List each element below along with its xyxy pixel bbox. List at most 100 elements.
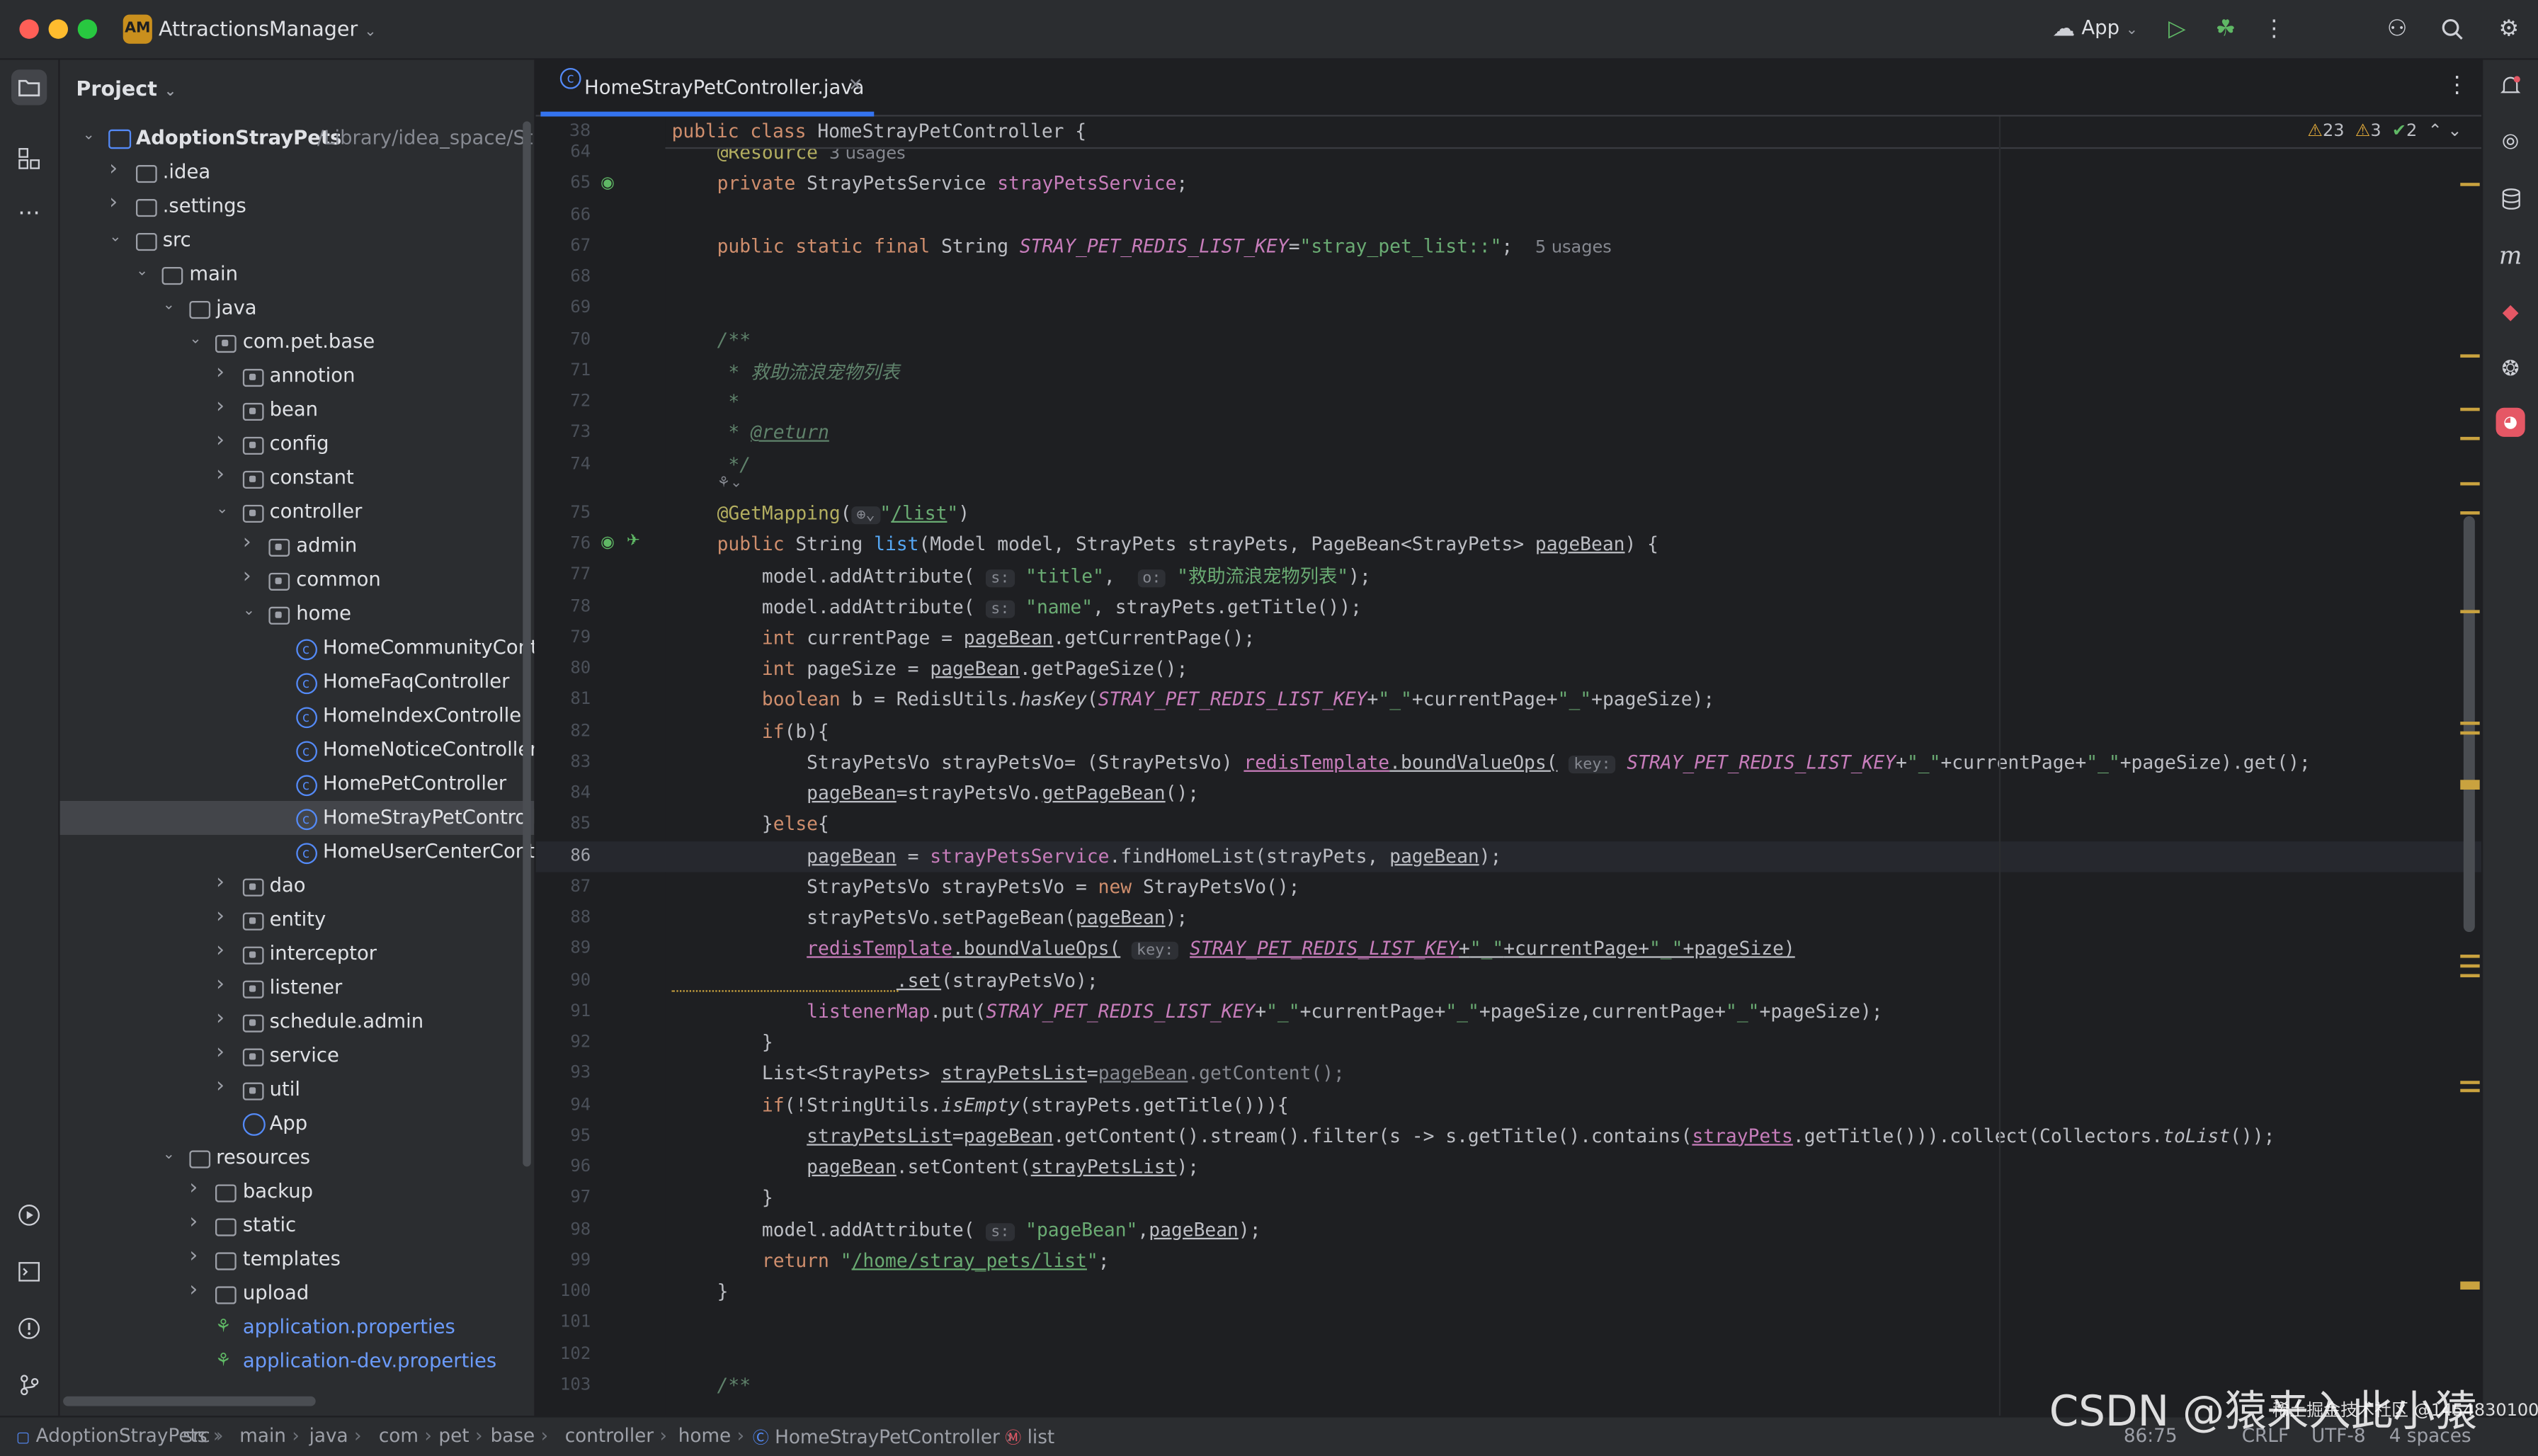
tree-item[interactable]: c HomeUserCenterContr [60, 835, 534, 869]
sticky-header[interactable]: 38 public class HomeStrayPetController {… [569, 116, 2481, 149]
code-line[interactable]: 83 StrayPetsVo strayPetsVo= (StrayPetsVo… [536, 747, 2481, 778]
project-panel-header[interactable]: Project ⌄ [76, 76, 176, 100]
project-badge[interactable]: AM [123, 14, 152, 44]
tree-vertical-scrollbar[interactable] [523, 121, 531, 1167]
code-line[interactable]: 81 boolean b = RedisUtils.hasKey(STRAY_P… [536, 685, 2481, 716]
chevron-down-icon[interactable]: ⌄ [189, 331, 205, 351]
code-line[interactable]: 100} [536, 1277, 2481, 1308]
line-number[interactable]: 87 [545, 877, 591, 896]
tree-item[interactable]: › upload [60, 1277, 535, 1311]
code-line[interactable]: 67 public static final String STRAY_PET_R… [536, 231, 2481, 262]
bean-injection-icon[interactable]: ◉ [601, 534, 615, 552]
code-line[interactable]: 68 [536, 262, 2481, 293]
tree-item[interactable]: › listener [60, 971, 535, 1005]
tree-item[interactable]: › annotion [60, 359, 535, 393]
chevron-down-icon[interactable]: ⌄ [163, 1147, 179, 1166]
line-number[interactable]: 72 [545, 392, 591, 411]
chevron-right-icon[interactable]: › [216, 1040, 232, 1064]
warning-marker[interactable] [2460, 731, 2480, 735]
warning-marker[interactable] [2460, 955, 2480, 958]
chevron-down-icon[interactable]: ⌄ [243, 603, 259, 622]
warning-marker[interactable] [2460, 780, 2480, 790]
more-actions-icon[interactable]: ⋮ [2260, 15, 2289, 44]
tree-item[interactable]: ⌄ resources [60, 1141, 535, 1175]
tree-item[interactable]: c HomeNoticeController [60, 733, 534, 767]
warning-marker[interactable] [2460, 1088, 2480, 1093]
line-number[interactable]: 78 [545, 596, 591, 615]
line-number[interactable]: 99 [545, 1251, 591, 1270]
structure-icon[interactable] [11, 141, 47, 176]
chevron-right-icon[interactable]: › [189, 1278, 205, 1302]
breadcrumb-item[interactable]: Ⓒ HomeStrayPetController › [753, 1424, 1013, 1448]
run-config-selector[interactable]: App ⌄ [2081, 16, 2138, 39]
code-line[interactable]: 95 strayPetsList=pageBean.getContent().s… [536, 1121, 2481, 1152]
tree-item[interactable]: ⌄ java [60, 291, 535, 325]
run-icon[interactable] [11, 1198, 47, 1233]
code-line[interactable]: 88 strayPetsVo.setPageBean(pageBean); [536, 903, 2481, 934]
chevron-right-icon[interactable]: › [216, 394, 232, 419]
breadcrumb-item[interactable]: Ⓜ list [1005, 1424, 1054, 1448]
ai-assistant-icon[interactable]: ⦾ [2493, 125, 2528, 160]
line-number[interactable]: 101 [545, 1313, 591, 1332]
tree-item[interactable]: ⌄ src [60, 223, 535, 257]
line-number[interactable]: 98 [545, 1219, 591, 1239]
line-number[interactable]: 83 [545, 752, 591, 771]
code-line[interactable]: 102 [536, 1339, 2481, 1370]
breadcrumb-item[interactable]: com › [379, 1424, 432, 1447]
line-number[interactable]: 71 [545, 360, 591, 380]
tree-item[interactable]: › bean [60, 393, 535, 427]
tree-item[interactable]: › dao [60, 869, 535, 903]
code-line[interactable]: 70 /** [536, 324, 2481, 356]
warning-marker[interactable] [2460, 610, 2480, 613]
endpoint-icon[interactable]: ✈ [627, 533, 640, 550]
tree-item[interactable]: ⌄ home [60, 597, 535, 631]
code-line[interactable]: 82 if(b){ [536, 716, 2481, 747]
project-switcher[interactable]: AttractionsManager ⌄ [159, 16, 377, 40]
search-icon[interactable] [2437, 15, 2466, 44]
chevron-right-icon[interactable]: › [216, 361, 232, 385]
warning-marker[interactable] [2460, 482, 2480, 486]
breadcrumb-item[interactable]: java › [309, 1424, 362, 1447]
chevron-right-icon[interactable]: › [243, 564, 259, 588]
terminal-icon[interactable] [11, 1254, 47, 1290]
tree-item[interactable]: › common [60, 563, 535, 597]
tree-item[interactable]: ⚘ application.properties [60, 1311, 535, 1345]
minimize-window-button[interactable] [48, 19, 68, 39]
tree-item[interactable]: c HomePetController [60, 767, 535, 801]
chevron-right-icon[interactable]: › [189, 1244, 205, 1268]
line-number[interactable]: 82 [545, 721, 591, 740]
warning-marker[interactable] [2460, 1081, 2480, 1084]
code-line[interactable]: 93 List<StrayPets> strayPetsList=pageBea… [536, 1059, 2481, 1090]
tree-item[interactable]: App [60, 1107, 535, 1141]
chevron-down-icon[interactable]: ⌄ [136, 263, 152, 283]
line-number[interactable]: 73 [545, 423, 591, 442]
line-number[interactable]: 100 [545, 1282, 591, 1301]
chevron-right-icon[interactable]: › [216, 428, 232, 453]
code-line[interactable]: 75 @GetMapping(⊕⌄ "/list") [536, 498, 2481, 529]
line-number[interactable]: 67 [545, 236, 591, 255]
tree-item[interactable]: c HomeCommunityContr [60, 631, 534, 665]
code-line[interactable]: 89 redisTemplate.boundValueOps( key: STR… [536, 934, 2481, 965]
code-line[interactable]: 71 * 救助流浪宠物列表 [536, 356, 2481, 387]
maven-icon[interactable]: m [2493, 238, 2528, 273]
chevron-right-icon[interactable]: › [109, 191, 125, 215]
line-number[interactable]: 90 [545, 970, 591, 989]
warning-marker[interactable] [2460, 183, 2480, 186]
chevron-down-icon[interactable]: ⌄ [83, 127, 99, 147]
ai-hint-icon[interactable]: ⚘⌄ [717, 476, 743, 492]
tree-item[interactable]: › admin [60, 529, 535, 563]
folder-icon[interactable] [11, 69, 47, 106]
tree-item[interactable]: › templates [60, 1243, 535, 1277]
tree-item[interactable]: ⚘ application-dev.properties [60, 1345, 535, 1379]
code-line[interactable]: 99 return "/home/stray_pets/list"; [536, 1246, 2481, 1277]
code-line[interactable]: 87 StrayPetsVo strayPetsVo = new StrayPe… [536, 872, 2481, 903]
tree-item[interactable]: ⌄ main [60, 257, 535, 291]
chevron-up-icon[interactable]: ⌃ [2428, 121, 2442, 140]
line-number[interactable]: 89 [545, 939, 591, 958]
warning-marker[interactable] [2460, 511, 2480, 515]
warning-marker[interactable] [2460, 974, 2480, 978]
warning-marker[interactable] [2460, 964, 2480, 968]
chevron-right-icon[interactable]: › [109, 157, 125, 181]
line-number[interactable]: 94 [545, 1095, 591, 1114]
chevron-right-icon[interactable]: › [216, 972, 232, 996]
